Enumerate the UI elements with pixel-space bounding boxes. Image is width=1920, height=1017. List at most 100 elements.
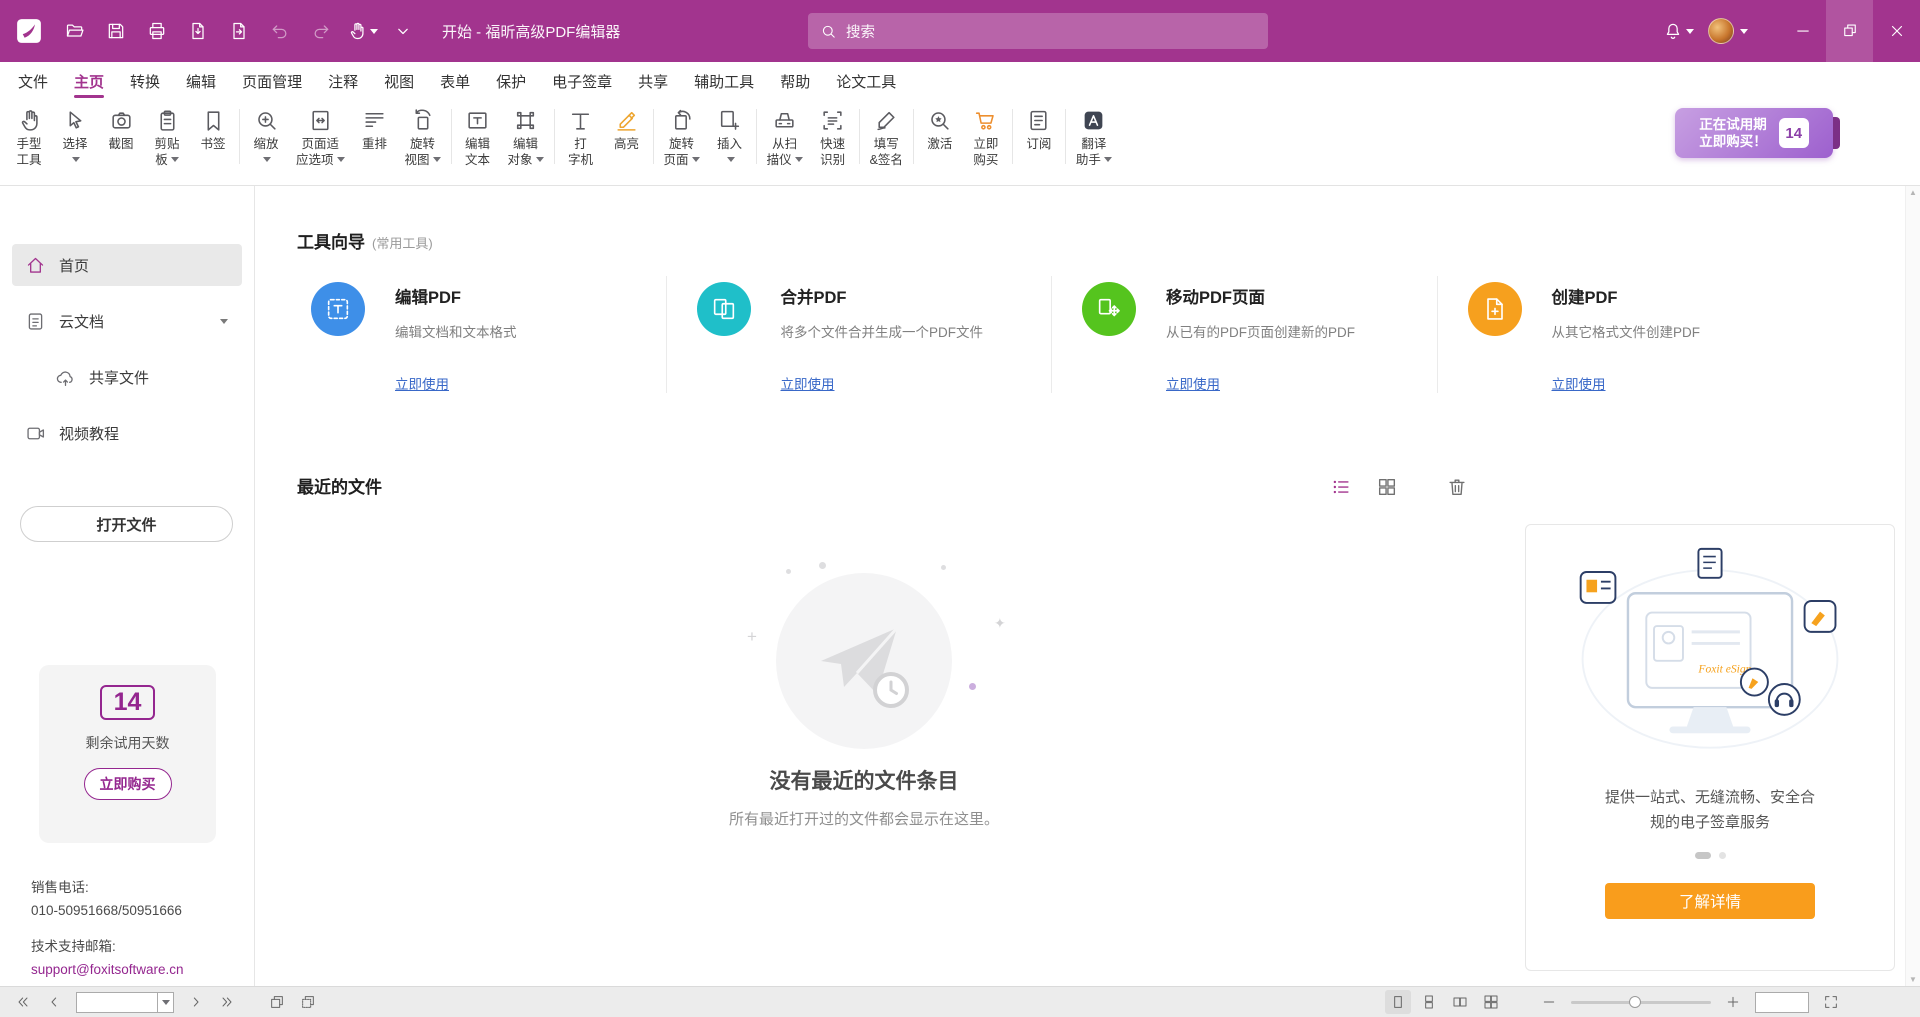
menu-paper-tools[interactable]: 论文工具 bbox=[823, 62, 909, 100]
continuous-view-button[interactable] bbox=[1416, 990, 1442, 1014]
zoom-out-button[interactable] bbox=[1536, 990, 1562, 1014]
ribbon-buy-now[interactable]: 立即购买 bbox=[963, 103, 1009, 170]
search-box[interactable]: 搜索 bbox=[808, 13, 1268, 49]
ribbon-quick-ocr[interactable]: 快速识别 bbox=[810, 103, 856, 170]
ribbon-activate[interactable]: 激活 bbox=[917, 103, 963, 154]
single-page-view-button[interactable] bbox=[1385, 990, 1411, 1014]
use-now-link[interactable]: 立即使用 bbox=[1552, 373, 1813, 393]
menu-accessibility[interactable]: 辅助工具 bbox=[681, 62, 767, 100]
home-icon bbox=[25, 255, 46, 276]
ribbon-reflow[interactable]: 重排 bbox=[352, 103, 398, 154]
zoom-in-button[interactable] bbox=[1720, 990, 1746, 1014]
redo-button[interactable] bbox=[302, 11, 340, 51]
clear-recent-button[interactable] bbox=[1446, 476, 1468, 498]
use-now-link[interactable]: 立即使用 bbox=[395, 373, 656, 393]
menu-form[interactable]: 表单 bbox=[427, 62, 483, 100]
facing-continuous-view-button[interactable] bbox=[1478, 990, 1504, 1014]
ribbon-subscribe[interactable]: 订阅 bbox=[1016, 103, 1062, 154]
ribbon-insert[interactable]: 插入 bbox=[707, 103, 753, 170]
vertical-scrollbar[interactable]: ▲ ▼ bbox=[1905, 186, 1920, 986]
carousel-dot[interactable] bbox=[1719, 852, 1726, 859]
ribbon-select[interactable]: 选择 bbox=[52, 103, 98, 170]
account-button[interactable] bbox=[1701, 11, 1755, 51]
menu-comment[interactable]: 注释 bbox=[315, 62, 371, 100]
menu-page-manage[interactable]: 页面管理 bbox=[229, 62, 315, 100]
scroll-up-icon[interactable]: ▲ bbox=[1909, 188, 1917, 197]
video-icon bbox=[25, 423, 46, 444]
zoom-slider-track[interactable] bbox=[1571, 1001, 1711, 1004]
single-page-snapshot-button[interactable] bbox=[264, 990, 290, 1014]
undo-button[interactable] bbox=[261, 11, 299, 51]
hand-icon bbox=[17, 108, 42, 133]
ribbon-fill-sign[interactable]: 填写&签名 bbox=[863, 103, 910, 170]
hand-mode-button[interactable] bbox=[343, 11, 381, 51]
fit-page-icon bbox=[308, 108, 333, 133]
ribbon-rotate-pages[interactable]: 旋转页面 bbox=[657, 103, 707, 170]
tool-card-edit-pdf[interactable]: 编辑PDF编辑文档和文本格式立即使用 bbox=[297, 276, 666, 393]
menu-share[interactable]: 共享 bbox=[625, 62, 681, 100]
zoom-percentage-input[interactable] bbox=[1755, 992, 1809, 1013]
ribbon-edit-object[interactable]: 编辑对象 bbox=[501, 103, 551, 170]
menu-protect[interactable]: 保护 bbox=[483, 62, 539, 100]
expand-caret-icon[interactable] bbox=[220, 319, 228, 324]
ribbon-rotate-view[interactable]: 旋转视图 bbox=[398, 103, 448, 170]
print-button[interactable] bbox=[138, 11, 176, 51]
tool-card-move-pdf-pages[interactable]: 移动PDF页面从已有的PDF页面创建新的PDF立即使用 bbox=[1051, 276, 1437, 393]
ribbon-typewriter[interactable]: 打字机 bbox=[558, 103, 604, 170]
sidebar-item-cloud-docs[interactable]: 云文档 bbox=[12, 300, 242, 342]
close-button[interactable] bbox=[1873, 0, 1920, 62]
menu-convert[interactable]: 转换 bbox=[117, 62, 173, 100]
menu-edit[interactable]: 编辑 bbox=[173, 62, 229, 100]
list-view-button[interactable] bbox=[1330, 476, 1352, 498]
last-page-button[interactable] bbox=[214, 990, 240, 1014]
sidebar: 首页云文档共享文件视频教程 打开文件 14 剩余试用天数 立即购买 销售电话: … bbox=[0, 186, 255, 986]
ribbon-clipboard[interactable]: 剪贴板 bbox=[144, 103, 190, 170]
menu-view[interactable]: 视图 bbox=[371, 62, 427, 100]
ribbon-hand-tool[interactable]: 手型工具 bbox=[6, 103, 52, 170]
next-page-button[interactable] bbox=[183, 990, 209, 1014]
carousel-dot-active[interactable] bbox=[1695, 852, 1711, 859]
support-email-link[interactable]: support@foxitsoftware.cn bbox=[31, 962, 184, 977]
trial-badge[interactable]: 正在试用期 立即购买！ 14 bbox=[1675, 108, 1833, 158]
sidebar-item-video-tutorials[interactable]: 视频教程 bbox=[12, 412, 242, 454]
open-file-button[interactable] bbox=[56, 11, 94, 51]
save-button[interactable] bbox=[97, 11, 135, 51]
grid-view-button[interactable] bbox=[1376, 476, 1398, 498]
ribbon-snapshot[interactable]: 截图 bbox=[98, 103, 144, 154]
ribbon-zoom[interactable]: 缩放 bbox=[243, 103, 289, 170]
zoom-slider[interactable] bbox=[1571, 992, 1711, 1012]
tool-card-create-pdf[interactable]: 创建PDF从其它格式文件创建PDF立即使用 bbox=[1437, 276, 1823, 393]
menu-home[interactable]: 主页 bbox=[61, 62, 117, 100]
menu-help[interactable]: 帮助 bbox=[767, 62, 823, 100]
notifications-button[interactable] bbox=[1655, 11, 1701, 51]
ribbon-translate-assistant[interactable]: 翻译助手 bbox=[1069, 103, 1119, 170]
menu-esign[interactable]: 电子签章 bbox=[539, 62, 625, 100]
facing-view-button[interactable] bbox=[1447, 990, 1473, 1014]
ribbon-edit-text[interactable]: 编辑文本 bbox=[455, 103, 501, 170]
page-number-caret[interactable] bbox=[157, 993, 173, 1012]
minimize-button[interactable] bbox=[1779, 0, 1826, 62]
ribbon-from-scanner[interactable]: 从扫描仪 bbox=[760, 103, 810, 170]
export-pdf-button[interactable] bbox=[179, 11, 217, 51]
restore-button[interactable] bbox=[1826, 0, 1873, 62]
ribbon-fit-options[interactable]: 页面适应选项 bbox=[289, 103, 352, 170]
tool-card-merge-pdf[interactable]: 合并PDF将多个文件合并生成一个PDF文件立即使用 bbox=[666, 276, 1052, 393]
menu-file[interactable]: 文件 bbox=[5, 62, 61, 100]
fullscreen-button[interactable] bbox=[1818, 990, 1844, 1014]
buy-now-button[interactable]: 立即购买 bbox=[84, 768, 172, 800]
open-file-button[interactable]: 打开文件 bbox=[20, 506, 233, 542]
page-number-input[interactable] bbox=[77, 995, 157, 1009]
sidebar-item-shared-files[interactable]: 共享文件 bbox=[42, 356, 242, 398]
ribbon-bookmark[interactable]: 书签 bbox=[190, 103, 236, 154]
learn-more-button[interactable]: 了解详情 bbox=[1605, 883, 1815, 919]
sidebar-item-home[interactable]: 首页 bbox=[12, 244, 242, 286]
continuous-snapshot-button[interactable] bbox=[295, 990, 321, 1014]
use-now-link[interactable]: 立即使用 bbox=[1166, 373, 1427, 393]
scroll-down-icon[interactable]: ▼ bbox=[1909, 975, 1917, 984]
use-now-link[interactable]: 立即使用 bbox=[781, 373, 1042, 393]
decoration-dot bbox=[969, 683, 976, 690]
customize-quick-access-button[interactable] bbox=[384, 11, 422, 51]
zoom-slider-thumb[interactable] bbox=[1629, 996, 1641, 1008]
send-document-button[interactable] bbox=[220, 11, 258, 51]
ribbon-highlight[interactable]: 高亮 bbox=[604, 103, 650, 154]
